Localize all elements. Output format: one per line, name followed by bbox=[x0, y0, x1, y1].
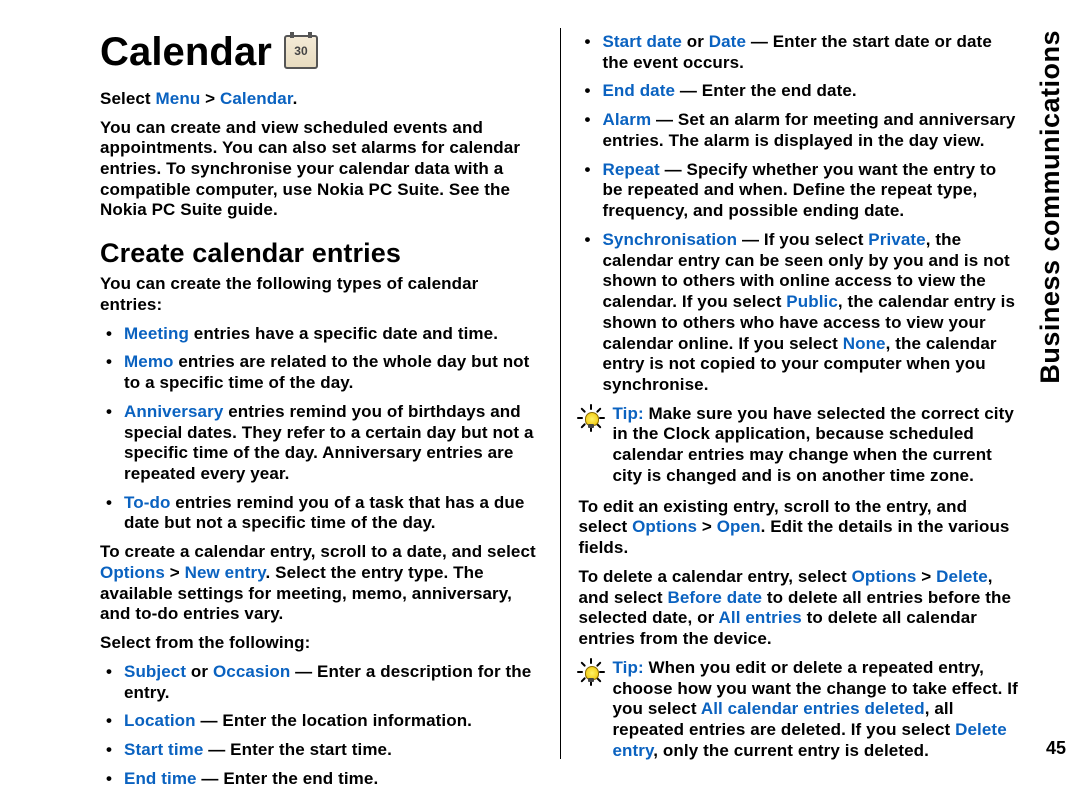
list-item-text: — Specify whether you want the entry to … bbox=[602, 160, 996, 220]
list-item-text: — Enter the end time. bbox=[197, 769, 379, 788]
keyword: Subject bbox=[124, 662, 186, 681]
tip-2-label: Tip: bbox=[612, 658, 643, 677]
list-item: Subject or Occasion — Enter a descriptio… bbox=[100, 662, 542, 703]
list-item: Alarm — Set an alarm for meeting and ann… bbox=[578, 110, 1020, 151]
delete-delete: Delete bbox=[936, 567, 988, 586]
tip-icon bbox=[578, 405, 604, 431]
fields-list-col1: Subject or Occasion — Enter a descriptio… bbox=[100, 662, 542, 790]
entry-types-list: Meeting entries have a specific date and… bbox=[100, 324, 542, 535]
delete-beforedate: Before date bbox=[667, 588, 762, 607]
list-item: Synchronisation — If you select Private,… bbox=[578, 230, 1020, 396]
keyword: Private bbox=[868, 230, 925, 249]
right-column: Start date or Date — Enter the start dat… bbox=[578, 28, 1020, 759]
tip-block-2: Tip: When you edit or delete a repeated … bbox=[578, 658, 1020, 762]
section-tab: Business communications bbox=[1035, 30, 1066, 384]
list-item: Repeat — Specify whether you want the en… bbox=[578, 160, 1020, 222]
list-item-text: entries are related to the whole day but… bbox=[124, 352, 529, 392]
delete-entry-paragraph: To delete a calendar entry, select Optio… bbox=[578, 567, 1020, 650]
keyword: Occasion bbox=[213, 662, 290, 681]
tip-2-kw1: All calendar entries deleted bbox=[701, 699, 925, 718]
keyword: Memo bbox=[124, 352, 174, 371]
left-column: Calendar Select Menu > Calendar. You can… bbox=[100, 28, 542, 759]
page-title-text: Calendar bbox=[100, 28, 272, 77]
manual-page: Business communications 45 Calendar Sele… bbox=[0, 0, 1080, 779]
list-item-text: — Enter the end date. bbox=[675, 81, 857, 100]
list-item-text: or bbox=[682, 32, 709, 51]
list-item-text: entries remind you of a task that has a … bbox=[124, 493, 524, 533]
select-from-label: Select from the following: bbox=[100, 633, 542, 654]
nav-menu: Menu bbox=[156, 89, 201, 108]
tip-1-body: Make sure you have selected the correct … bbox=[612, 404, 1013, 485]
create-entry-arrow: > bbox=[165, 563, 185, 582]
delete-options: Options bbox=[852, 567, 917, 586]
list-item: To-do entries remind you of a task that … bbox=[100, 493, 542, 534]
page-number: 45 bbox=[1046, 738, 1066, 759]
nav-calendar: Calendar bbox=[220, 89, 293, 108]
create-entry-paragraph: To create a calendar entry, scroll to a … bbox=[100, 542, 542, 625]
keyword: End time bbox=[124, 769, 197, 788]
delete-pre: To delete a calendar entry, select bbox=[578, 567, 851, 586]
keyword: End date bbox=[602, 81, 675, 100]
keyword: Alarm bbox=[602, 110, 651, 129]
list-item: Location — Enter the location informatio… bbox=[100, 711, 542, 732]
nav-arrow: > bbox=[200, 89, 220, 108]
keyword: Start time bbox=[124, 740, 203, 759]
list-item: Start date or Date — Enter the start dat… bbox=[578, 32, 1020, 73]
edit-arrow: > bbox=[697, 517, 717, 536]
section-heading: Create calendar entries bbox=[100, 237, 542, 270]
keyword: Date bbox=[709, 32, 746, 51]
keyword: To-do bbox=[124, 493, 170, 512]
edit-open: Open bbox=[717, 517, 761, 536]
column-divider bbox=[560, 28, 561, 759]
tip-2-text: Tip: When you edit or delete a repeated … bbox=[612, 658, 1020, 762]
tip-2-post: , only the current entry is deleted. bbox=[653, 741, 929, 760]
edit-entry-paragraph: To edit an existing entry, scroll to the… bbox=[578, 497, 1020, 559]
list-item-text: — Enter the location information. bbox=[196, 711, 472, 730]
keyword: Start date bbox=[602, 32, 681, 51]
keyword: Public bbox=[786, 292, 838, 311]
list-item: End date — Enter the end date. bbox=[578, 81, 1020, 102]
edit-options: Options bbox=[632, 517, 697, 536]
list-item-text: — Set an alarm for meeting and anniversa… bbox=[602, 110, 1015, 150]
tip-block-1: Tip: Make sure you have selected the cor… bbox=[578, 404, 1020, 487]
tip-icon bbox=[578, 659, 604, 685]
create-entry-options: Options bbox=[100, 563, 165, 582]
keyword: Location bbox=[124, 711, 196, 730]
list-item-text: — Enter the start time. bbox=[203, 740, 392, 759]
entries-lead: You can create the following types of ca… bbox=[100, 274, 542, 315]
create-entry-pre: To create a calendar entry, scroll to a … bbox=[100, 542, 536, 561]
list-item: Meeting entries have a specific date and… bbox=[100, 324, 542, 345]
nav-path: Select Menu > Calendar. bbox=[100, 89, 542, 110]
tip-1-text: Tip: Make sure you have selected the cor… bbox=[612, 404, 1020, 487]
list-item-text: — If you select bbox=[737, 230, 868, 249]
list-item: Start time — Enter the start time. bbox=[100, 740, 542, 761]
list-item-text: entries have a specific date and time. bbox=[189, 324, 498, 343]
keyword: Repeat bbox=[602, 160, 659, 179]
tip-1-label: Tip: bbox=[612, 404, 643, 423]
keyword: Anniversary bbox=[124, 402, 223, 421]
keyword: Synchronisation bbox=[602, 230, 737, 249]
calendar-icon bbox=[284, 35, 318, 69]
create-entry-newentry: New entry bbox=[185, 563, 266, 582]
page-title: Calendar bbox=[100, 28, 542, 77]
nav-select-label: Select bbox=[100, 89, 156, 108]
list-item: Anniversary entries remind you of birthd… bbox=[100, 402, 542, 485]
list-item: Memo entries are related to the whole da… bbox=[100, 352, 542, 393]
delete-allentries: All entries bbox=[719, 608, 802, 627]
two-column-layout: Calendar Select Menu > Calendar. You can… bbox=[100, 28, 1020, 759]
intro-text: You can create and view scheduled events… bbox=[100, 118, 542, 222]
nav-dot: . bbox=[293, 89, 298, 108]
delete-arrow: > bbox=[916, 567, 936, 586]
list-item-text: or bbox=[186, 662, 213, 681]
keyword: Meeting bbox=[124, 324, 189, 343]
fields-list-col2: Start date or Date — Enter the start dat… bbox=[578, 32, 1020, 396]
list-item: End time — Enter the end time. bbox=[100, 769, 542, 790]
keyword: None bbox=[843, 334, 886, 353]
